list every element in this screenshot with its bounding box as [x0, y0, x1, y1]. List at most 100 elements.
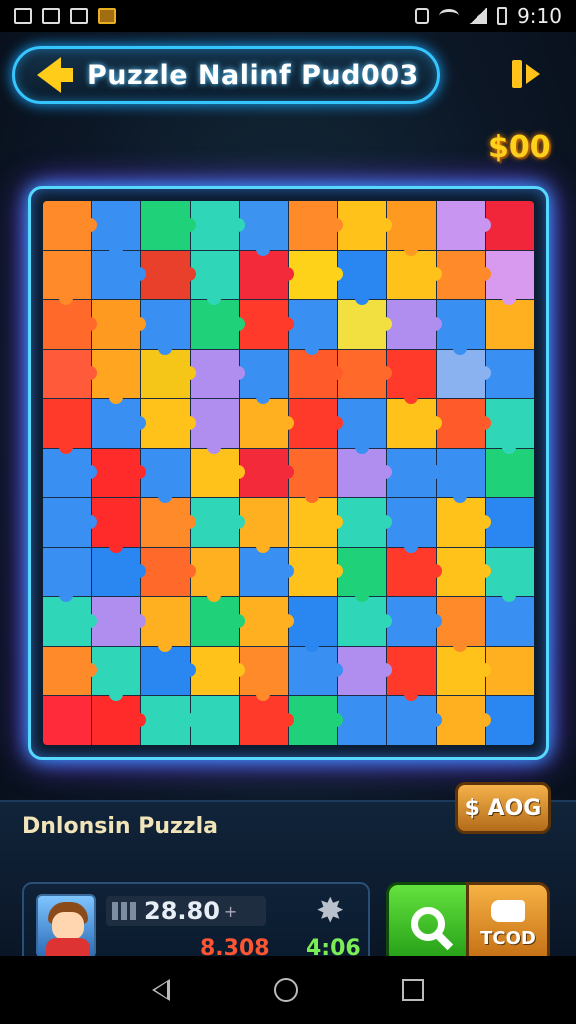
puzzle-piece[interactable] [387, 646, 436, 701]
puzzle-piece[interactable] [485, 646, 534, 696]
puzzle-piece[interactable] [289, 250, 344, 300]
puzzle-piece[interactable] [387, 547, 442, 597]
puzzle-piece[interactable] [289, 646, 344, 696]
puzzle-piece[interactable] [190, 250, 239, 305]
puzzle-piece[interactable] [92, 498, 141, 553]
puzzle-piece[interactable] [141, 696, 196, 745]
puzzle-piece[interactable] [239, 597, 295, 646]
puzzle-piece[interactable] [485, 597, 534, 646]
puzzle-piece[interactable] [43, 597, 98, 646]
puzzle-piece[interactable] [141, 201, 196, 250]
puzzle-piece[interactable] [436, 300, 485, 355]
puzzle-piece[interactable] [338, 646, 393, 696]
puzzle-piece[interactable] [239, 250, 295, 300]
puzzle-piece[interactable] [239, 300, 295, 349]
puzzle-piece[interactable] [141, 399, 196, 448]
puzzle-piece[interactable] [190, 201, 246, 250]
puzzle-piece[interactable] [387, 300, 442, 349]
puzzle-piece[interactable] [289, 448, 338, 503]
puzzle-piece[interactable] [43, 646, 98, 696]
puzzle-piece[interactable] [92, 696, 147, 745]
puzzle-piece[interactable] [141, 547, 196, 597]
puzzle-piece[interactable] [141, 498, 196, 547]
puzzle-piece[interactable] [141, 349, 196, 399]
puzzle-piece[interactable] [239, 696, 295, 745]
puzzle-piece[interactable] [190, 646, 246, 696]
puzzle-piece[interactable] [141, 597, 190, 652]
puzzle-piece[interactable] [190, 349, 246, 399]
puzzle-piece[interactable] [43, 399, 92, 454]
puzzle-piece[interactable] [92, 300, 147, 349]
puzzle-piece[interactable] [190, 597, 246, 646]
puzzle-piece[interactable] [289, 547, 344, 597]
puzzle-piece[interactable] [436, 597, 485, 652]
action-button[interactable]: TCOD [466, 882, 550, 966]
back-button[interactable] [21, 51, 77, 99]
puzzle-piece[interactable] [338, 448, 393, 498]
puzzle-piece[interactable] [436, 498, 492, 547]
puzzle-piece[interactable] [92, 448, 147, 498]
puzzle-piece[interactable] [289, 201, 344, 250]
puzzle-piece[interactable] [289, 399, 344, 448]
puzzle-piece[interactable] [387, 250, 442, 300]
puzzle-piece[interactable] [141, 646, 196, 696]
puzzle-piece[interactable] [43, 349, 98, 399]
puzzle-piece[interactable] [338, 597, 393, 646]
puzzle-piece[interactable] [43, 201, 98, 250]
puzzle-piece[interactable] [239, 498, 288, 553]
puzzle-piece[interactable] [239, 547, 295, 597]
puzzle-piece[interactable] [436, 349, 492, 399]
puzzle-piece[interactable] [387, 597, 442, 646]
puzzle-piece[interactable] [92, 250, 147, 300]
puzzle-piece[interactable] [387, 696, 442, 745]
puzzle-piece[interactable] [239, 399, 295, 448]
puzzle-piece[interactable] [387, 448, 442, 498]
puzzle-piece[interactable] [92, 547, 147, 597]
puzzle-piece[interactable] [43, 696, 92, 745]
puzzle-piece[interactable] [92, 201, 141, 256]
puzzle-piece[interactable] [436, 201, 492, 250]
puzzle-piece[interactable] [387, 399, 442, 448]
puzzle-piece[interactable] [387, 349, 436, 404]
puzzle-grid[interactable] [43, 201, 534, 745]
nav-back-icon[interactable] [152, 979, 170, 1001]
puzzle-piece[interactable] [289, 498, 344, 547]
puzzle-piece[interactable] [239, 448, 295, 498]
puzzle-piece[interactable] [289, 349, 344, 399]
puzzle-piece[interactable] [43, 300, 98, 349]
avatar[interactable] [36, 894, 96, 958]
puzzle-piece[interactable] [387, 498, 436, 553]
puzzle-piece[interactable] [485, 201, 534, 250]
price-button[interactable]: $ AOG [455, 782, 551, 834]
puzzle-piece[interactable] [485, 547, 534, 602]
puzzle-piece[interactable] [436, 696, 492, 745]
nav-home-icon[interactable] [274, 978, 298, 1002]
puzzle-piece[interactable] [485, 448, 534, 498]
puzzle-piece[interactable] [190, 448, 246, 498]
puzzle-piece[interactable] [239, 201, 288, 256]
puzzle-piece[interactable] [43, 547, 92, 602]
puzzle-piece[interactable] [485, 498, 534, 547]
puzzle-piece[interactable] [190, 696, 239, 745]
puzzle-piece[interactable] [338, 201, 393, 250]
puzzle-piece[interactable] [485, 399, 534, 454]
puzzle-piece[interactable] [92, 349, 141, 404]
puzzle-piece[interactable] [289, 300, 338, 355]
puzzle-piece[interactable] [338, 399, 387, 454]
puzzle-piece[interactable] [289, 696, 344, 745]
puzzle-piece[interactable] [338, 498, 393, 547]
puzzle-piece[interactable] [141, 448, 190, 503]
puzzle-piece[interactable] [239, 646, 288, 701]
nav-recent-icon[interactable] [402, 979, 424, 1001]
puzzle-piece[interactable] [141, 250, 196, 300]
puzzle-piece[interactable] [436, 448, 485, 503]
puzzle-piece[interactable] [92, 597, 147, 646]
puzzle-piece[interactable] [485, 250, 534, 305]
puzzle-piece[interactable] [141, 300, 190, 355]
puzzle-piece[interactable] [190, 300, 246, 349]
puzzle-piece[interactable] [436, 547, 492, 597]
puzzle-piece[interactable] [436, 646, 492, 696]
puzzle-piece[interactable] [485, 300, 534, 349]
puzzle-piece[interactable] [190, 399, 239, 454]
puzzle-piece[interactable] [92, 399, 147, 448]
